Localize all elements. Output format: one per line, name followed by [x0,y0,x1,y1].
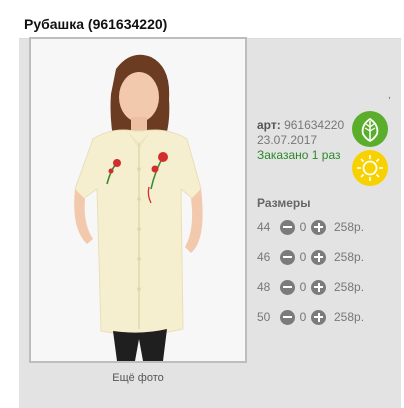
size-row: 50 0 258р. [257,308,364,326]
size-row: 44 0 258р. [257,218,364,236]
leaf-icon [352,111,388,147]
minus-icon[interactable] [280,309,295,325]
small-mark: , [388,90,391,101]
size-value: 48 [257,280,271,294]
product-date: 23.07.2017 [257,133,318,147]
sizes-title: Размеры [257,196,311,210]
sku-value: 961634220 [284,118,345,132]
price-value: 258р. [334,250,365,264]
sku-label: арт: [257,118,281,132]
size-value: 46 [257,250,271,264]
product-photo[interactable] [29,37,247,363]
size-value: 44 [257,220,271,234]
product-info: арт: 961634220 23.07.2017 Заказано 1 раз [257,118,344,163]
size-row: 48 0 258р. [257,278,364,296]
more-photos-link[interactable]: Ещё фото [29,372,247,384]
quantity-value: 0 [299,250,307,264]
minus-icon[interactable] [280,219,295,235]
price-value: 258р. [334,310,365,324]
product-title: Рубашка (961634220) [24,16,168,32]
minus-icon[interactable] [280,249,295,265]
price-value: 258р. [334,280,365,294]
size-value: 50 [257,310,271,324]
product-photo-image [31,39,245,361]
plus-icon[interactable] [311,219,326,235]
ordered-count: Заказано 1 раз [257,148,341,162]
minus-icon[interactable] [280,279,295,295]
plus-icon[interactable] [311,309,326,325]
price-value: 258р. [334,220,365,234]
quantity-value: 0 [299,220,307,234]
size-row: 46 0 258р. [257,248,364,266]
quantity-value: 0 [299,280,307,294]
sun-icon [352,150,388,186]
plus-icon[interactable] [311,249,326,265]
quantity-value: 0 [299,310,307,324]
plus-icon[interactable] [311,279,326,295]
